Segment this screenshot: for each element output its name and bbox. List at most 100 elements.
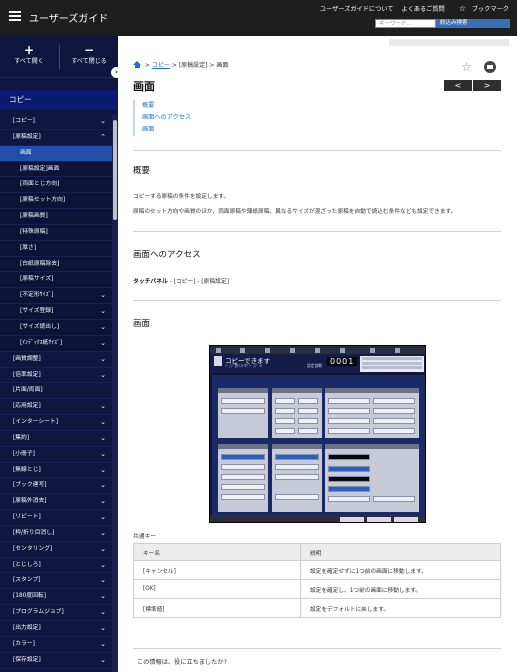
chevron-down-icon[interactable]: ⌄	[100, 653, 106, 669]
print-icon[interactable]	[484, 61, 496, 73]
sidebar-item[interactable]: [倍率設定] ⌄	[0, 368, 112, 384]
sidebar-item[interactable]: [サイズ登録] ⌄	[0, 304, 112, 320]
chevron-down-icon[interactable]: ⌄	[100, 637, 106, 653]
next-page-button[interactable]: >	[473, 80, 501, 91]
breadcrumb-original-settings[interactable]: [原稿設定]	[179, 62, 208, 69]
chevron-down-icon[interactable]: ⌄	[100, 288, 106, 304]
sidebar-item[interactable]: [厚さ]	[0, 240, 112, 257]
sidebar-item[interactable]: [特殊原稿]	[0, 224, 112, 241]
sidebar-item[interactable]: [画質調整] ⌄	[0, 352, 112, 368]
device-key	[221, 474, 265, 480]
chevron-down-icon[interactable]: ⌄	[100, 431, 106, 447]
collapse-all-button[interactable]: − すべて閉じる	[60, 44, 118, 65]
sidebar-item-label: [インターシート]	[13, 419, 58, 426]
sidebar-item[interactable]: [原稿画質]	[0, 209, 112, 225]
device-key	[373, 496, 415, 502]
device-key	[298, 428, 318, 434]
chevron-down-icon[interactable]: ⌄	[100, 114, 106, 130]
sidebar-item[interactable]: [リピート] ⌄	[0, 510, 112, 526]
chevron-down-icon[interactable]: ⌄	[100, 463, 106, 479]
chevron-down-icon[interactable]: ⌄	[100, 494, 106, 510]
sidebar-item[interactable]: [原稿サイズ]	[0, 272, 112, 289]
sidebar-section-copy[interactable]: コピー	[0, 90, 118, 110]
sidebar-item[interactable]: [保存設定] ⌄	[0, 653, 112, 669]
top-bar: ユーザーズガイド ユーザーズガイドについて よくあるご質問 ☆ ブックマーク キー…	[0, 0, 517, 36]
chevron-down-icon[interactable]: ⌄	[100, 510, 106, 526]
star-icon: ☆	[458, 4, 466, 13]
sidebar-scroll-thumb[interactable]	[113, 120, 117, 220]
sidebar-item[interactable]: [ｲﾝﾃﾞｯｸｽ紙ｻｲｽﾞ] ⌄	[0, 335, 112, 352]
chevron-down-icon[interactable]: ⌄	[100, 589, 106, 605]
home-icon[interactable]	[133, 61, 141, 68]
search-input[interactable]: キーワード...	[375, 19, 436, 28]
sidebar-item[interactable]: [不定形ｻｲｽﾞ] ⌄	[0, 288, 112, 305]
device-key	[328, 428, 370, 434]
device-key	[221, 484, 265, 490]
about-guide-link[interactable]: ユーザーズガイドについて	[320, 6, 394, 13]
sidebar-item[interactable]: [白紙原稿除去]	[0, 256, 112, 273]
chevron-down-icon[interactable]: ⌄	[100, 352, 106, 368]
sidebar-item[interactable]: [原稿設定] ⌃	[0, 130, 112, 146]
sidebar-item[interactable]: [両面とじ方向]	[0, 177, 112, 194]
sidebar-item[interactable]: [ブック連写] ⌄	[0, 478, 112, 495]
sidebar-item[interactable]: [集約] ⌄	[0, 431, 112, 447]
hamburger-menu-icon[interactable]	[9, 11, 21, 21]
sidebar-item-label: [180度回転]	[13, 593, 46, 600]
sidebar-item[interactable]: [用紙]⌄	[0, 669, 112, 672]
toc-link-access[interactable]: 画面へのアクセス	[142, 112, 191, 124]
sidebar-item[interactable]: [枠/折り目消し] ⌄	[0, 526, 112, 542]
sidebar-item[interactable]: [原稿設定]画面	[0, 161, 112, 178]
chevron-down-icon[interactable]: ⌄	[100, 399, 106, 415]
device-key	[373, 398, 415, 404]
sidebar-item[interactable]: [出力設定] ⌄	[0, 621, 112, 637]
expand-all-button[interactable]: + すべて開く	[0, 44, 58, 65]
faq-link[interactable]: よくあるご質問	[401, 6, 444, 13]
sidebar-item-label: 画面	[20, 149, 32, 156]
chevron-down-icon[interactable]: ⌄	[100, 320, 106, 336]
sidebar-item[interactable]: [センタリング] ⌄	[0, 542, 112, 558]
sidebar-item[interactable]: [無線とじ] ⌄	[0, 463, 112, 479]
toc-link-overview[interactable]: 概要	[142, 100, 191, 112]
sidebar-item[interactable]: [サイズ読出し] ⌄	[0, 319, 112, 336]
sidebar-item[interactable]: 画面	[0, 145, 112, 162]
sidebar-item[interactable]: [インターシート] ⌄	[0, 415, 112, 431]
breadcrumb-copy-link[interactable]: コピー	[152, 62, 170, 69]
prev-page-button[interactable]: <	[444, 80, 472, 91]
chevron-down-icon[interactable]: ⌄	[100, 526, 106, 542]
sidebar-item[interactable]: [原稿外消去] ⌄	[0, 494, 112, 511]
favorite-star-icon[interactable]: ☆	[461, 60, 472, 74]
chevron-down-icon[interactable]: ⌄	[100, 304, 106, 320]
bookmark-link[interactable]: ☆ ブックマーク	[453, 4, 509, 13]
sidebar-item[interactable]: [応用設定] ⌄	[0, 399, 112, 416]
device-key	[275, 464, 319, 470]
toc-link-screen[interactable]: 画面	[142, 124, 191, 136]
chevron-down-icon[interactable]: ⌄	[100, 447, 106, 463]
sidebar-item[interactable]: [180度回転] ⌄	[0, 589, 112, 606]
chevron-up-icon[interactable]: ⌃	[100, 130, 106, 146]
filter-search-button[interactable]: 絞込み検索	[436, 19, 510, 28]
chevron-down-icon[interactable]: ⌄	[100, 368, 106, 384]
chevron-down-icon[interactable]: ⌄	[100, 478, 106, 494]
sidebar-item-label: [両面とじ方向]	[20, 181, 60, 188]
site-title[interactable]: ユーザーズガイド	[29, 10, 108, 25]
chevron-down-icon[interactable]: ⌄	[100, 669, 106, 672]
device-footer-key	[340, 517, 364, 522]
chevron-down-icon[interactable]: ⌄	[100, 558, 106, 574]
sidebar-item[interactable]: [片面/両面]	[0, 383, 112, 400]
chevron-down-icon[interactable]: ⌄	[100, 336, 106, 352]
chevron-down-icon[interactable]: ⌄	[100, 573, 106, 589]
sidebar-item[interactable]: [とじしろ] ⌄	[0, 558, 112, 574]
sidebar-item[interactable]: [プログラムジョブ] ⌄	[0, 605, 112, 621]
sidebar-item[interactable]: [スタンプ] ⌄	[0, 573, 112, 590]
sidebar-item[interactable]: [カラー] ⌄	[0, 637, 112, 653]
sidebar-item[interactable]: [原稿セット方向]	[0, 193, 112, 210]
chevron-down-icon[interactable]: ⌄	[100, 415, 106, 431]
sidebar-item[interactable]: [小冊子] ⌄	[0, 447, 112, 463]
chevron-down-icon[interactable]: ⌄	[100, 621, 106, 637]
table-row: [標準値] 設定をデフォルトに戻します。	[133, 598, 501, 618]
chevron-down-icon[interactable]: ⌄	[100, 605, 106, 621]
sidebar-item[interactable]: [コピー] ⌄	[0, 114, 112, 130]
chevron-down-icon[interactable]: ⌄	[100, 542, 106, 558]
breadcrumb: > コピー > [原稿設定] > 画面	[133, 60, 228, 69]
sidebar-toggle-icon[interactable]: ›	[111, 67, 122, 78]
